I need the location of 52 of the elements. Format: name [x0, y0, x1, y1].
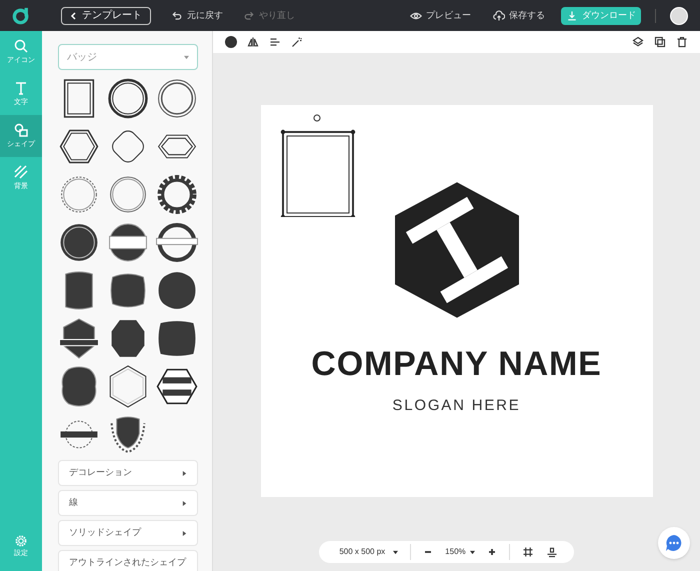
- settings-icon: [15, 534, 27, 547]
- chat-bubble-icon: [664, 533, 684, 553]
- download-icon: [566, 10, 578, 22]
- logo-icon: [12, 6, 31, 25]
- flip-icon: [247, 36, 259, 48]
- magic-wand-icon: [291, 36, 303, 48]
- badge-shape-icon[interactable]: [58, 317, 100, 360]
- layers-icon: [632, 36, 644, 48]
- align-icon: [269, 36, 281, 48]
- slogan: SLOGAN HERE: [392, 396, 521, 416]
- badge-shape-icon[interactable]: [156, 221, 198, 264]
- company-name: COMPANY NAME: [311, 347, 602, 381]
- zoom-in-button[interactable]: [486, 547, 497, 557]
- plus-icon: [488, 548, 496, 556]
- category-item[interactable]: デコレーション: [58, 460, 198, 486]
- trash-icon: [676, 36, 688, 48]
- preview-button[interactable]: プレビュー: [410, 8, 471, 22]
- minus-icon: [424, 548, 432, 556]
- caret-icon: [182, 470, 187, 476]
- badge-shape-icon[interactable]: [156, 77, 198, 120]
- category-item[interactable]: 線: [58, 490, 198, 516]
- save-button[interactable]: 保存する: [493, 8, 545, 22]
- canvas-size-dropdown[interactable]: 500 x 500 px: [331, 546, 398, 558]
- badge-shape-icon[interactable]: [106, 77, 149, 120]
- template-button[interactable]: テンプレート: [61, 6, 151, 24]
- badge-shape-icon[interactable]: [58, 221, 100, 264]
- undo-icon: [171, 10, 183, 22]
- caret-icon: [470, 550, 475, 554]
- caret-icon: [182, 530, 187, 536]
- caret-icon: [184, 54, 189, 60]
- badge-shape-icon[interactable]: [156, 173, 198, 216]
- search-icon: [13, 38, 29, 54]
- shapes-icon: [13, 122, 29, 138]
- duplicate-icon: [654, 36, 666, 48]
- caret-icon: [182, 500, 187, 506]
- text-icon: [13, 80, 29, 96]
- cloud-upload-icon: [493, 10, 505, 22]
- badge-shape-icon[interactable]: [106, 221, 149, 264]
- chevron-left-icon: [70, 12, 78, 20]
- grid-icon: [522, 546, 534, 558]
- caret-icon: [393, 550, 398, 554]
- avatar[interactable]: [670, 6, 688, 24]
- stripes-icon: [13, 164, 29, 180]
- redo-icon: [243, 10, 255, 22]
- align-bottom-icon: [546, 546, 558, 558]
- badge-shape-icon[interactable]: [156, 269, 198, 312]
- chat-button[interactable]: [658, 527, 690, 559]
- category-item[interactable]: ソリッドシェイプ: [58, 520, 198, 546]
- zoom-dropdown[interactable]: 150%: [445, 546, 475, 558]
- color-swatch[interactable]: [225, 36, 237, 48]
- undo-button[interactable]: 元に戻す: [171, 8, 223, 22]
- category-item[interactable]: アウトラインされたシェイプ: [58, 550, 198, 571]
